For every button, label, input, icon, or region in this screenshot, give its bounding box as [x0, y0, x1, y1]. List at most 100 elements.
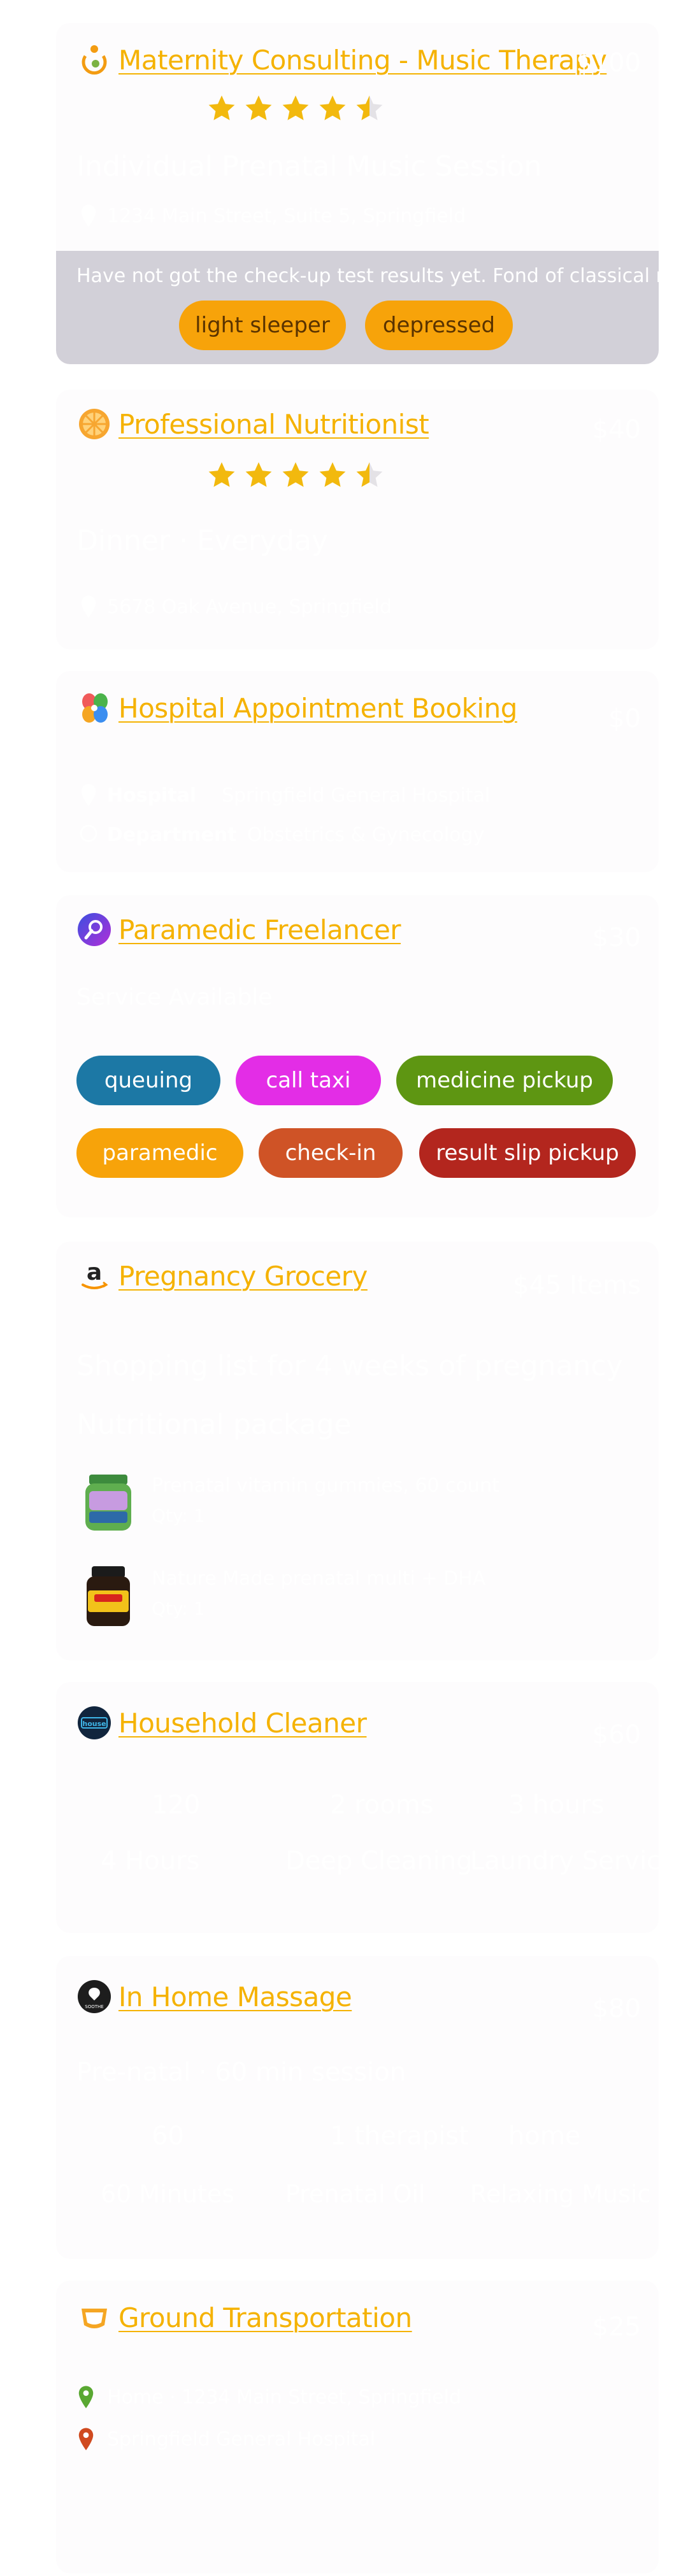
- hospital-value: Springfield General Hospital: [222, 784, 491, 807]
- card-hospital-appointment[interactable]: Hospital Appointment Booking $0 Hospital…: [56, 671, 659, 872]
- price-label: $80: [592, 1994, 641, 2023]
- origin-pin-icon: [76, 2385, 96, 2409]
- service-subtitle: Pre-natal · 60 min session: [76, 2058, 406, 2087]
- card-title[interactable]: Paramedic Freelancer: [118, 914, 401, 945]
- cleaner-stat-label: 4 Hours: [101, 1846, 200, 1876]
- star-full-icon: [206, 93, 237, 124]
- service-chip[interactable]: medicine pickup: [396, 1056, 613, 1105]
- card-ground-transportation[interactable]: Ground Transportation $25 Home · 1234 Ma…: [56, 2281, 659, 2573]
- service-chip[interactable]: queuing: [76, 1056, 220, 1105]
- price-label: $45 Items: [513, 1271, 641, 1300]
- paramedic-app-icon: [76, 912, 112, 947]
- cleaner-stat: 120: [152, 1790, 201, 1820]
- address-text: 5678 Oak Avenue, Springfield: [107, 596, 392, 618]
- price-label: $25: [592, 2312, 641, 2342]
- soothe-logo-icon: SOOTHE: [76, 1979, 112, 2014]
- card-header: Maternity Consulting - Music Therapy: [76, 41, 607, 79]
- massage-stat: 1 therapist: [330, 2121, 469, 2151]
- card-title[interactable]: Pregnancy Grocery: [118, 1261, 368, 1292]
- product-name: Nature Made prenatal multi + DHA: [152, 1568, 486, 1590]
- star-full-icon: [206, 460, 237, 490]
- card-title[interactable]: Household Cleaner: [118, 1708, 367, 1739]
- maternity-logo-icon: [76, 42, 112, 78]
- destination-address: Springfield General Hospital: [107, 2428, 376, 2451]
- massage-stat-label: Relaxing Music: [470, 2180, 651, 2208]
- card-header: Professional Nutritionist: [76, 405, 429, 443]
- nutrition-orange-icon: [76, 406, 112, 442]
- card-nutritionist[interactable]: Professional Nutritionist $40 Dinner · E…: [56, 390, 659, 649]
- card-header: SOOTHE In Home Massage: [76, 1978, 352, 2016]
- card-title[interactable]: Hospital Appointment Booking: [118, 693, 517, 724]
- tag-chip[interactable]: depressed: [365, 301, 513, 350]
- location-pin-icon: [79, 204, 98, 228]
- card-title[interactable]: Maternity Consulting - Music Therapy: [118, 45, 607, 76]
- star-full-icon: [280, 460, 311, 490]
- service-subtitle: Service Available: [76, 984, 273, 1010]
- massage-stat: 60: [152, 2121, 184, 2151]
- card-paramedic-freelancer[interactable]: Paramedic Freelancer $30 Service Availab…: [56, 895, 659, 1217]
- cleaner-stat-label: Deep Cleaning: [285, 1846, 473, 1876]
- service-chip[interactable]: paramedic: [76, 1128, 243, 1178]
- service-chip[interactable]: result slip pickup: [419, 1128, 636, 1178]
- price-label: $100: [576, 48, 641, 78]
- location-pin-icon: [79, 595, 98, 619]
- star-full-icon: [243, 93, 274, 124]
- service-subtitle: Individual Prenatal Music Session: [76, 150, 542, 183]
- address-text: 1234 Main Street, Suite 5, Springfield: [107, 205, 466, 227]
- card-maternity-music-therapy[interactable]: Maternity Consulting - Music Therapy $10…: [56, 23, 659, 364]
- cleaner-brand-icon: house: [76, 1705, 112, 1741]
- service-chip[interactable]: check-in: [259, 1128, 403, 1178]
- card-header: a Pregnancy Grocery: [76, 1257, 368, 1295]
- service-subtitle: Dinner · Everyday: [76, 525, 328, 557]
- department-value: Obstetrics & Gynecology: [247, 824, 485, 846]
- cleaner-stat-label: Laundry Service: [470, 1846, 659, 1876]
- card-pregnancy-grocery[interactable]: a Pregnancy Grocery $45 Items Shopping l…: [56, 1242, 659, 1660]
- service-chip[interactable]: call taxi: [236, 1056, 381, 1105]
- star-full-icon: [280, 93, 311, 124]
- destination-pin-icon: [76, 2427, 96, 2451]
- transport-cup-icon: [76, 2300, 112, 2335]
- card-header: Paramedic Freelancer: [76, 910, 401, 949]
- hospital-label: Hospital: [107, 784, 197, 807]
- amazon-logo-icon: a: [76, 1258, 112, 1294]
- product-image-gummies[interactable]: [80, 1472, 136, 1536]
- card-header: Hospital Appointment Booking: [76, 689, 517, 727]
- card-title[interactable]: Professional Nutritionist: [118, 409, 429, 440]
- svg-text:house: house: [82, 1720, 106, 1728]
- star-full-icon: [317, 93, 348, 124]
- customer-note-panel: Have not got the check-up test results y…: [56, 251, 659, 364]
- card-title[interactable]: Ground Transportation: [118, 2302, 412, 2333]
- rating-stars: [206, 93, 385, 124]
- star-full-icon: [243, 460, 274, 490]
- product-qty: Qty: 1: [152, 1598, 205, 1619]
- star-full-icon: [317, 460, 348, 490]
- product-name: Prenatal vitamin gummies, 60 count: [152, 1475, 499, 1497]
- card-header: Ground Transportation: [76, 2298, 412, 2337]
- price-label: $30: [592, 923, 641, 952]
- price-label: $40: [592, 415, 641, 444]
- product-qty: Qty: 1: [152, 1505, 205, 1526]
- svg-text:a: a: [87, 1259, 102, 1285]
- origin-address: Home · 1234 Main Street, Springfield: [107, 2386, 462, 2409]
- price-label: $0: [608, 704, 641, 733]
- cleaner-stat: 3 hours: [508, 1790, 605, 1820]
- massage-stat-label: 60 Minutes: [101, 2180, 235, 2208]
- tag-chip[interactable]: light sleeper: [179, 301, 346, 350]
- cleaner-stat: 2 rooms: [330, 1790, 434, 1820]
- product-image-multivitamin[interactable]: [80, 1565, 136, 1629]
- petal-app-icon: [76, 690, 112, 726]
- location-pin-icon: [79, 783, 98, 807]
- grocery-headline: Shopping list for 4 weeks of pregnancy: [76, 1350, 623, 1382]
- department-label: Department: [107, 824, 237, 846]
- grocery-subhead: Nutritional package: [76, 1408, 352, 1441]
- massage-stat: home: [508, 2121, 581, 2151]
- department-icon: [79, 824, 98, 843]
- card-household-cleaner[interactable]: house Household Cleaner $60 120 2 rooms …: [56, 1682, 659, 1933]
- svg-text:SOOTHE: SOOTHE: [85, 2004, 103, 2009]
- price-label: $60: [592, 1720, 641, 1750]
- star-half-icon: [354, 93, 385, 124]
- card-title[interactable]: In Home Massage: [118, 1981, 352, 2013]
- card-in-home-massage[interactable]: SOOTHE In Home Massage $80 Pre-natal · 6…: [56, 1956, 659, 2259]
- card-header: house Household Cleaner: [76, 1704, 367, 1742]
- customer-note-text: Have not got the check-up test results y…: [76, 265, 659, 287]
